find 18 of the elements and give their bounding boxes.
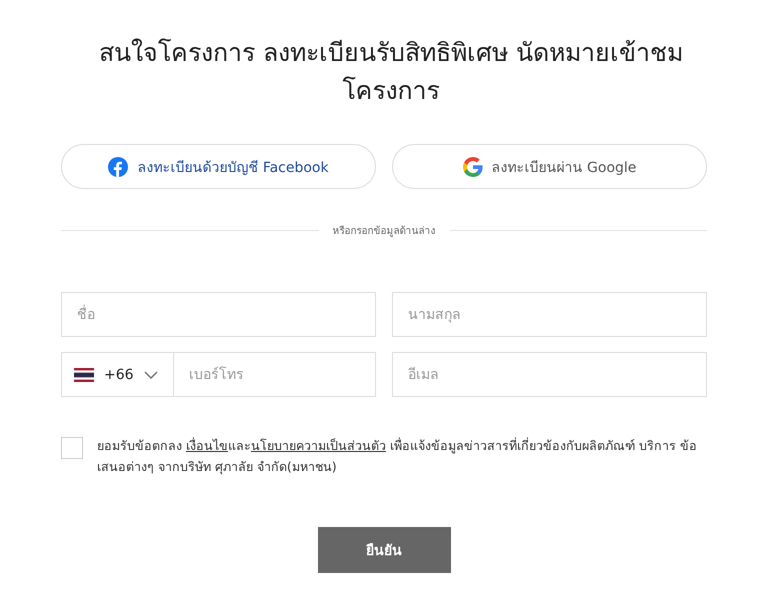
consent-checkbox[interactable] xyxy=(61,437,83,459)
policy-link[interactable]: เงื่อนไข xyxy=(186,438,228,453)
divider-text: หรือกรอกข้อมูลด้านล่าง xyxy=(332,224,436,238)
input-field[interactable]: นามสกุล xyxy=(392,292,707,337)
flag-icon xyxy=(74,368,94,382)
input-field[interactable]: อีเมล xyxy=(392,352,707,397)
facebook-signup-button[interactable]: ลงทะเบียนด้วยบัญชี Facebook xyxy=(61,144,376,189)
phone-field[interactable]: เบอร์โทร xyxy=(174,352,376,397)
google-icon xyxy=(462,156,483,176)
chevron-down-icon xyxy=(144,370,158,378)
input-field[interactable]: ชื่อ xyxy=(61,292,376,337)
consent-text: ยอมรับข้อตกลง เงื่อนไขและนโยบายความเป็นส่วนตัว เพื่อแจ้งข้อมูลข่าวสารที่เกี่ยวข้องกับผลิตภัณฑ์ บริการ ข้อเสนอต่างๆ จากบริษัท ศุภาลัย จำกัด(มหาชน) xyxy=(97,436,698,476)
google-signup-button[interactable]: ลงทะเบียนผ่าน Google xyxy=(392,144,707,189)
facebook-icon xyxy=(108,156,128,176)
policy-link[interactable]: นโยบายความเป็นส่วนตัว xyxy=(250,438,386,453)
country-code-select[interactable]: +66 xyxy=(61,352,174,397)
confirm-button[interactable]: ยืนยัน xyxy=(318,527,450,573)
form-title: สนใจโครงการ ลงทะเบียนรับสิทธิพิเศษ นัดหมายเข้าชมโครงการ xyxy=(98,37,684,107)
